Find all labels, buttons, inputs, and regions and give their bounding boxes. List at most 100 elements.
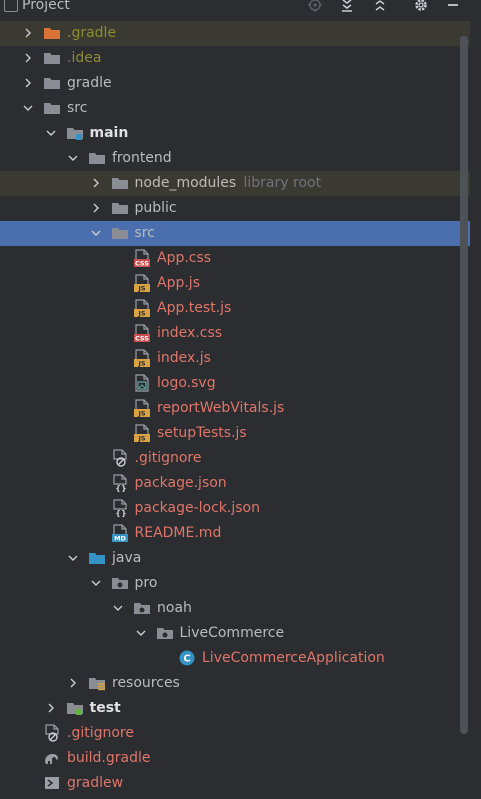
tree-row[interactable]: src [0, 221, 470, 246]
tree-row[interactable]: {} package.json [0, 471, 470, 496]
svg-text:JS: JS [137, 310, 145, 318]
resources-folder-icon [88, 674, 106, 692]
tree-row-label: App.css [157, 250, 212, 266]
tree-row-label: App.test.js [157, 300, 232, 316]
tree-row[interactable]: java [0, 546, 470, 571]
tree-row[interactable]: logo.svg [0, 371, 470, 396]
tree-row[interactable]: main [0, 121, 470, 146]
chevron-right-icon[interactable] [22, 27, 34, 39]
package-icon [156, 624, 174, 642]
chevron-down-icon[interactable] [67, 152, 79, 164]
tree-row[interactable]: .idea [0, 46, 470, 71]
tree-row-label: reportWebVitals.js [157, 400, 285, 416]
svg-file-icon [133, 374, 151, 392]
settings-icon[interactable] [412, 0, 430, 14]
chevron-down-icon[interactable] [67, 552, 79, 564]
tree-row[interactable]: .gradle [0, 21, 470, 46]
tree-row[interactable]: .gitignore [0, 721, 470, 746]
tree-row-label: package-lock.json [134, 500, 261, 516]
tree-row-label: package.json [134, 475, 227, 491]
tool-window-title-label: Project [22, 0, 70, 13]
tree-row-label: LiveCommerceApplication [202, 650, 385, 666]
folder-icon [111, 174, 129, 192]
tree-row[interactable]: gradle [0, 71, 470, 96]
chevron-right-icon[interactable] [22, 77, 34, 89]
collapse-all-icon[interactable] [371, 0, 389, 14]
tree-row-label: pro [134, 575, 158, 591]
tree-row[interactable]: noah [0, 596, 470, 621]
script-file-icon [43, 774, 61, 792]
tree-row-label: index.css [157, 325, 223, 341]
tree-row[interactable]: LiveCommerce [0, 621, 470, 646]
tree-row[interactable]: .gitignore [0, 446, 470, 471]
vertical-scrollbar-thumb[interactable] [460, 36, 468, 734]
tree-row[interactable]: JS setupTests.js [0, 421, 470, 446]
tree-row[interactable]: resources [0, 671, 470, 696]
tree-row-label: build.gradle [67, 750, 151, 766]
tree-row-label: setupTests.js [157, 425, 247, 441]
expand-all-icon[interactable] [338, 0, 356, 14]
tool-window-title[interactable]: Project [4, 0, 70, 13]
tree-row[interactable]: JS App.js [0, 271, 470, 296]
chevron-down-icon[interactable] [112, 602, 124, 614]
tree-row-label: src [67, 100, 88, 116]
folder-icon [43, 99, 61, 117]
js-file-icon: JS [133, 349, 151, 367]
ignore-file-icon [43, 724, 61, 742]
tree-row-label: README.md [134, 525, 222, 541]
package-icon [111, 574, 129, 592]
chevron-down-icon[interactable] [90, 227, 102, 239]
gradle-elephant-icon [43, 749, 61, 767]
chevron-right-icon[interactable] [67, 677, 79, 689]
tree-row[interactable]: build.gradle [0, 746, 470, 771]
folder-orange-icon [43, 24, 61, 42]
tree-row[interactable]: public [0, 196, 470, 221]
tree-row[interactable]: JS reportWebVitals.js [0, 396, 470, 421]
tree-row-label: .gitignore [67, 725, 134, 741]
chevron-right-icon[interactable] [22, 52, 34, 64]
locate-icon[interactable] [306, 0, 324, 14]
markdown-file-icon: MD [111, 524, 129, 542]
package-icon [133, 599, 151, 617]
tree-row-label: java [112, 550, 142, 566]
chevron-down-icon[interactable] [45, 127, 57, 139]
tree-row[interactable]: CSS index.css [0, 321, 470, 346]
chevron-down-icon[interactable] [135, 627, 147, 639]
tree-row[interactable]: {} package-lock.json [0, 496, 470, 521]
tree-row[interactable]: C LiveCommerceApplication [0, 646, 470, 671]
tree-row[interactable]: node_modules library root [0, 171, 470, 196]
chevron-right-icon[interactable] [90, 177, 102, 189]
tree-row[interactable]: frontend [0, 146, 470, 171]
test-folder-icon [66, 699, 84, 717]
tree-row-label: gradlew [67, 775, 124, 791]
tree-row-label: .gradle [67, 25, 117, 41]
tree-row[interactable]: test [0, 696, 470, 721]
tree-row[interactable]: gradlew [0, 771, 470, 796]
tree-row[interactable]: CSS App.css [0, 246, 470, 271]
svg-text:JS: JS [137, 285, 145, 293]
tree-row-label: public [134, 200, 177, 216]
hide-icon[interactable] [444, 0, 462, 14]
tree-row-label: resources [112, 675, 180, 691]
chevron-down-icon[interactable] [22, 102, 34, 114]
svg-text:CSS: CSS [135, 260, 149, 268]
tree-row[interactable]: MD README.md [0, 521, 470, 546]
tree-row[interactable]: src [0, 96, 470, 121]
tree-row[interactable]: pro [0, 571, 470, 596]
java-class-icon: C [178, 649, 196, 667]
tree-row[interactable]: JS index.js [0, 346, 470, 371]
tree-row-label: src [134, 225, 155, 241]
css-file-icon: CSS [133, 249, 151, 267]
tree-row[interactable]: JS App.test.js [0, 296, 470, 321]
chevron-down-icon[interactable] [90, 577, 102, 589]
svg-text:JS: JS [137, 410, 145, 418]
chevron-right-icon[interactable] [45, 702, 57, 714]
svg-text:{}: {} [115, 509, 126, 517]
folder-icon [111, 224, 129, 242]
json-file-icon: {} [111, 499, 129, 517]
css-file-icon: CSS [133, 324, 151, 342]
tree-row-label: main [89, 125, 129, 141]
chevron-right-icon[interactable] [90, 202, 102, 214]
tree-row-label: .idea [67, 50, 102, 66]
tree-row-label: index.js [157, 350, 211, 366]
